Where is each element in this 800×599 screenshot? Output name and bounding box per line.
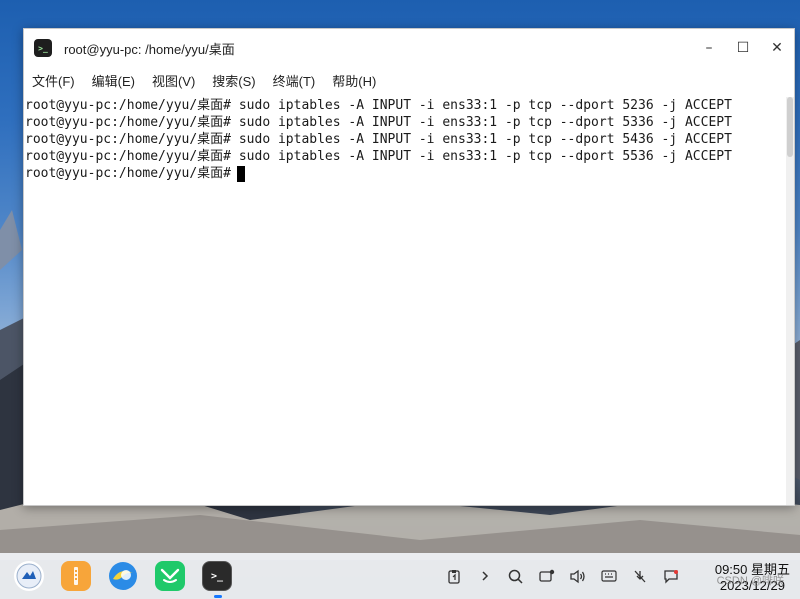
- chat-button[interactable]: [155, 561, 185, 591]
- minimize-button[interactable]: –: [692, 29, 726, 67]
- menu-terminal[interactable]: 终端(T): [273, 71, 316, 90]
- screen-record-icon[interactable]: [538, 567, 556, 585]
- launcher-icon: [16, 563, 42, 589]
- chat-icon: [160, 568, 180, 583]
- menu-bar: 文件(F) 编辑(E) 视图(V) 搜索(S) 终端(T) 帮助(H): [24, 67, 794, 93]
- terminal-app-icon: >_: [34, 39, 52, 57]
- terminal-scrollbar[interactable]: [786, 97, 794, 505]
- terminal-output[interactable]: root@yyu-pc:/home/yyu/桌面# sudo iptables …: [24, 97, 794, 505]
- clipboard-icon[interactable]: [445, 567, 463, 585]
- terminal-line: root@yyu-pc:/home/yyu/桌面# sudo iptables …: [25, 115, 732, 130]
- taskbar: >_ 09:50 星期五 2023/12/29 CSDN @啡咲: [0, 553, 800, 599]
- terminal-prompt: root@yyu-pc:/home/yyu/桌面#: [25, 166, 232, 181]
- terminal-line: root@yyu-pc:/home/yyu/桌面# sudo iptables …: [25, 98, 732, 113]
- menu-view[interactable]: 视图(V): [152, 71, 195, 90]
- terminal-line: root@yyu-pc:/home/yyu/桌面# sudo iptables …: [25, 149, 732, 164]
- watermark: CSDN @啡咲: [716, 575, 784, 587]
- maximize-button[interactable]: ☐: [726, 29, 760, 67]
- browser-icon: [109, 562, 137, 590]
- window-titlebar[interactable]: >_ root@yyu-pc: /home/yyu/桌面 – ☐ ✕: [24, 29, 794, 67]
- search-icon[interactable]: [507, 567, 525, 585]
- notification-icon[interactable]: [662, 567, 680, 585]
- network-disabled-icon[interactable]: [631, 567, 649, 585]
- menu-file[interactable]: 文件(F): [32, 71, 75, 90]
- chevron-right-icon[interactable]: [476, 567, 494, 585]
- file-manager-button[interactable]: [61, 561, 91, 591]
- terminal-line: root@yyu-pc:/home/yyu/桌面# sudo iptables …: [25, 132, 732, 147]
- menu-help[interactable]: 帮助(H): [332, 71, 376, 90]
- volume-icon[interactable]: [569, 567, 587, 585]
- browser-button[interactable]: [108, 561, 138, 591]
- terminal-window[interactable]: >_ root@yyu-pc: /home/yyu/桌面 – ☐ ✕ 文件(F)…: [23, 28, 795, 506]
- file-manager-icon: [74, 567, 78, 585]
- window-title: root@yyu-pc: /home/yyu/桌面: [64, 41, 235, 57]
- terminal-icon: >_: [210, 570, 224, 582]
- keyboard-icon[interactable]: [600, 567, 618, 585]
- active-indicator: [214, 595, 222, 598]
- window-controls: – ☐ ✕: [692, 29, 794, 67]
- launcher-button[interactable]: [14, 561, 44, 591]
- scrollbar-thumb[interactable]: [787, 97, 793, 157]
- close-button[interactable]: ✕: [760, 29, 794, 67]
- text-cursor: [237, 165, 246, 182]
- terminal-taskbar-button[interactable]: >_: [202, 561, 232, 598]
- menu-search[interactable]: 搜索(S): [212, 71, 255, 90]
- menu-edit[interactable]: 编辑(E): [92, 71, 135, 90]
- terminal-prompt-line: root@yyu-pc:/home/yyu/桌面#: [25, 165, 794, 182]
